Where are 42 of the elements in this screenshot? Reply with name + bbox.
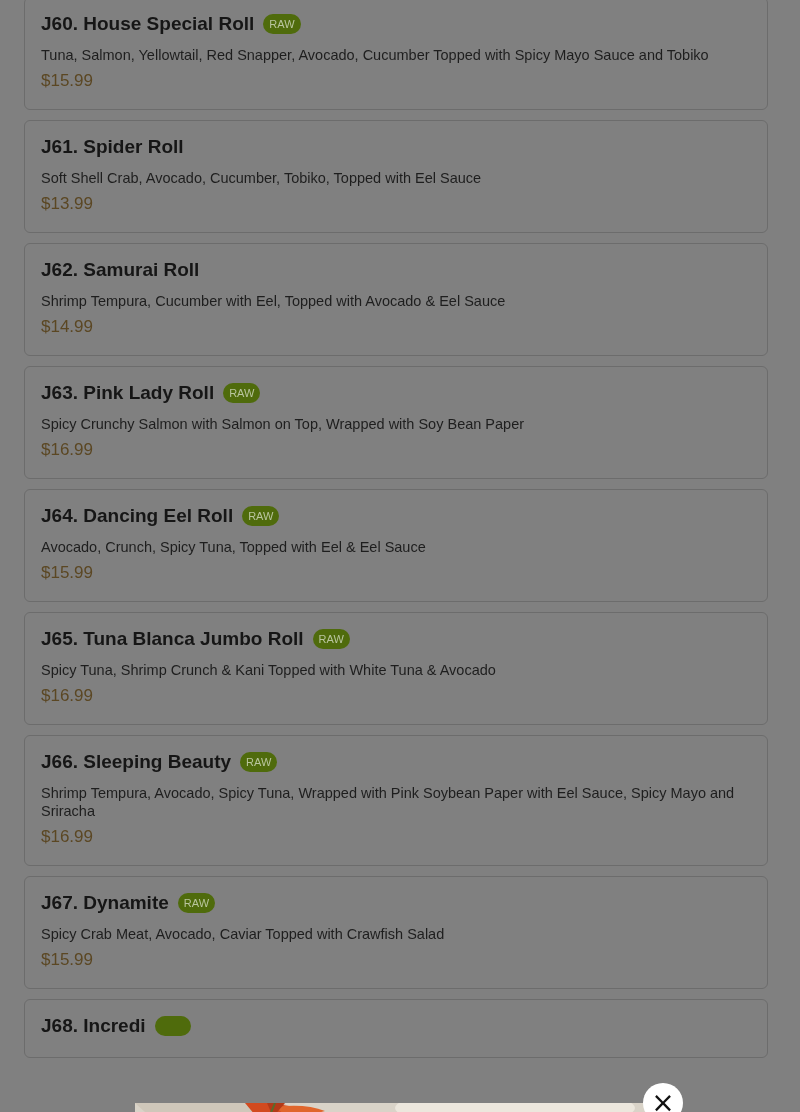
item-price: $14.99: [41, 316, 94, 338]
item-description: Shrimp Tempura, Cucumber with Eel, Topped with Avocado & Eel Sauce: [41, 292, 507, 310]
item-price: $16.99: [41, 439, 94, 461]
menu-card[interactable]: J61. Spider Roll Soft Shell Crab, Avocado, Cucumber, Tobiko, Topped with Eel Sauce $13.99: [24, 120, 768, 233]
raw-badge: RAW: [263, 14, 301, 34]
item-description: Spicy Crab Meat, Avocado, Caviar Topped with Crawfish Salad: [41, 925, 446, 943]
menu-card[interactable]: J66. Sleeping Beauty RAW Shrimp Tempura, Avocado, Spicy Tuna, Wrapped with Pink Soybean Paper with Eel Sauce, Spicy Mayo and Sriracha $16.99: [24, 735, 768, 866]
menu-card[interactable]: J65. Tuna Blanca Jumbo Roll RAW Spicy Tuna, Shrimp Crunch & Kani Topped with White Tuna & Avocado $16.99: [24, 612, 768, 725]
raw-badge: RAW: [240, 752, 278, 772]
item-title: J60. House Special Roll: [41, 13, 255, 35]
menu-card[interactable]: J63. Pink Lady Roll RAW Spicy Crunchy Salmon with Salmon on Top, Wrapped with Soy Bean Paper $16.99: [24, 366, 768, 479]
item-title: J67. Dynamite: [41, 892, 169, 914]
item-price: $15.99: [41, 949, 94, 971]
raw-badge: [154, 1016, 191, 1036]
item-title: J61. Spider Roll: [41, 136, 184, 158]
item-price: $16.99: [41, 685, 94, 707]
item-description: Soft Shell Crab, Avocado, Cucumber, Tobiko, Topped with Eel Sauce: [41, 169, 483, 187]
item-description: Avocado, Crunch, Spicy Tuna, Topped with Eel & Eel Sauce: [41, 538, 427, 556]
item-description: Spicy Crunchy Salmon with Salmon on Top, Wrapped with Soy Bean Paper: [41, 415, 526, 433]
raw-badge: RAW: [223, 383, 261, 403]
item-price: $15.99: [41, 562, 94, 584]
item-title: J63. Pink Lady Roll: [41, 382, 215, 404]
item-price: $15.99: [41, 70, 94, 92]
item-description: Tuna, Salmon, Yellowtail, Red Snapper, Avocado, Cucumber Topped with Spicy Mayo Sauce and Tobiko: [41, 46, 710, 64]
item-title: J66. Sleeping Beauty: [41, 751, 232, 773]
menu-card[interactable]: J64. Dancing Eel Roll RAW Avocado, Crunch, Spicy Tuna, Topped with Eel & Eel Sauce $15.99: [24, 489, 768, 602]
item-price: $16.99: [41, 826, 94, 848]
menu-card[interactable]: J60. House Special Roll RAW Tuna, Salmon, Yellowtail, Red Snapper, Avocado, Cucumber Topped with Spicy Mayo Sauce and Tobiko $15.99: [24, 0, 768, 110]
close-button[interactable]: ×: [643, 1083, 683, 1112]
raw-badge: RAW: [177, 893, 216, 913]
menu-card[interactable]: J62. Samurai Roll Shrimp Tempura, Cucumber with Eel, Topped with Avocado & Eel Sauce $14.99: [24, 243, 768, 356]
menu-card[interactable]: J67. Dynamite RAW Spicy Crab Meat, Avocado, Caviar Topped with Crawfish Salad $15.99: [24, 876, 768, 989]
menu-card[interactable]: J68. Incredi: [24, 999, 768, 1058]
raw-badge: RAW: [242, 506, 280, 526]
item-title: J68. Incredi: [41, 1015, 146, 1037]
item-description: Spicy Tuna, Shrimp Crunch & Kani Topped with White Tuna & Avocado: [41, 661, 497, 679]
item-description: Shrimp Tempura, Avocado, Spicy Tuna, Wrapped with Pink Soybean Paper with Eel Sauce, Spicy Mayo and Sriracha: [41, 784, 736, 820]
item-title: J65. Tuna Blanca Jumbo Roll: [41, 628, 304, 650]
item-price: $13.99: [41, 193, 94, 215]
item-title: J64. Dancing Eel Roll: [41, 505, 234, 527]
item-title: J62. Samurai Roll: [41, 259, 200, 281]
raw-badge: RAW: [312, 629, 350, 649]
